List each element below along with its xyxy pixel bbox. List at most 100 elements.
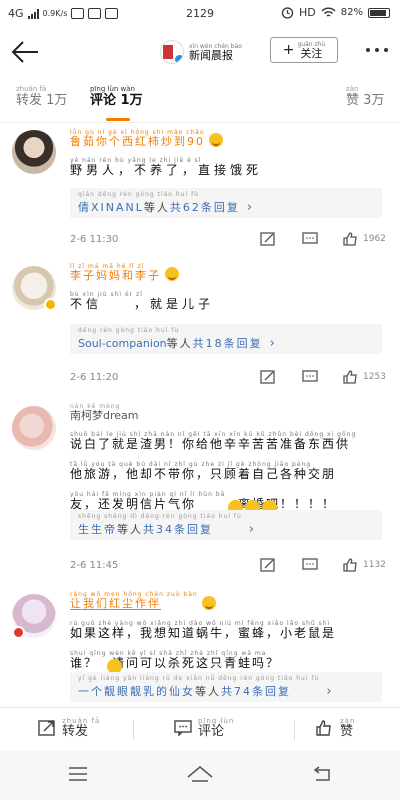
username-line: lǚn gù ní gè xī hóng shì mǎo chǎo 鲁茹你个西红… <box>70 130 385 147</box>
follow-button[interactable]: + guān zhù 关注 <box>270 37 338 63</box>
repost-label: 转发 <box>62 724 89 739</box>
username-line: ràng wǒ men hóng chén zuò bàn 让我们红尘作伴 <box>70 592 385 610</box>
comment-item: ràng wǒ men hóng chén zuò bàn 让我们红尘作伴 rú… <box>0 590 400 702</box>
comment-label: 评论 <box>198 724 225 739</box>
like-label-block: zàn 赞 <box>340 718 355 739</box>
battery-label: 82% <box>340 7 363 18</box>
comment-time: 2-6 11:45 <box>70 559 119 571</box>
reply-summary-text: qián děng rén gòng tiáo huí fù 倩XINANL等人… <box>78 192 240 214</box>
comment-icon <box>174 720 192 736</box>
divider <box>294 720 295 740</box>
hd-label: HD <box>299 6 316 19</box>
comment-text-block: tā lǚ yóu tā què bú dài nǐ zhǐ gù zhe zì… <box>70 462 336 481</box>
username: 南柯梦dream <box>70 409 139 422</box>
username-line: lǐ zǐ mā mā hé lǐ zǐ 李子妈妈和李子 <box>70 264 385 281</box>
comment-icon[interactable] <box>302 558 318 572</box>
comment-text-block: bù xìn jiù shì ér zǐ 不信 ，就是儿子 <box>70 292 214 311</box>
comment-text: 他旅游，他却不带你，只顾着自己各种交朋 <box>70 467 337 482</box>
reply-user-link: 生生帝 <box>78 523 117 536</box>
thumbs-up-icon <box>343 558 357 572</box>
like-button[interactable]: zàn 赞 <box>316 718 355 738</box>
comment-meta: 2-6 11:20 1253 <box>70 366 390 388</box>
reply-summary-text: shēng shēng dì děng rén gòng tiáo huí fù… <box>78 514 242 536</box>
reply-summary-text: yī gè liàng yǎn liàng rǔ de xiān nǚ děng… <box>78 676 319 698</box>
vip-badge-icon <box>44 298 57 311</box>
comment-icon[interactable] <box>302 232 318 246</box>
repost-button[interactable]: zhuǎn fā 转发 <box>38 718 100 738</box>
comment-text-block: yě nán rén bù yǎng le zhí jiē è sǐ 野男人，不… <box>70 158 262 177</box>
username-block[interactable]: ràng wǒ men hóng chén zuò bàn 让我们红尘作伴 <box>70 592 198 610</box>
chevron-right-icon: › <box>248 522 254 537</box>
like-button[interactable]: 1253 <box>343 370 386 384</box>
account-name-block: xīn wén chén bào 新闻晨报 <box>189 43 242 62</box>
account-logo <box>160 40 184 64</box>
comment-body: nán kē mèng 南柯梦dream shuō bái le jiù shì… <box>70 404 385 516</box>
tab-likes[interactable]: zàn 赞 3万 <box>346 85 384 108</box>
tab-repost-count: 1万 <box>46 92 68 108</box>
status-right: HD 82% <box>281 6 390 19</box>
tab-repost-label: 转发 <box>16 92 43 108</box>
reply-summary[interactable]: yī gè liàng yǎn liàng rǔ de xiān nǚ děng… <box>70 672 382 702</box>
account-header[interactable]: xīn wén chén bào 新闻晨报 <box>160 40 242 64</box>
comment-text: 说白了就是渣男！你给他辛辛苦苦准备东西供 <box>70 437 351 451</box>
comment-button[interactable]: pīng lùn 评论 <box>174 718 234 738</box>
plus-icon: + <box>282 42 295 58</box>
battery-icon <box>368 7 390 18</box>
repost-label-block: zhuǎn fā 转发 <box>62 718 100 739</box>
smile-emoji-icon <box>165 267 179 281</box>
alarm-icon <box>281 7 294 19</box>
home-icon[interactable] <box>187 765 213 783</box>
comment-text: 如果这样，我想知道蜗牛，蜜蜂，小老鼠是 <box>70 626 337 640</box>
like-count: 1132 <box>363 560 386 570</box>
comment-item: lǚn gù ní gè xī hóng shì mǎo chǎo 鲁茹你个西红… <box>0 128 400 248</box>
account-name: 新闻晨报 <box>189 48 233 62</box>
reply-mid: 等人 <box>166 337 193 350</box>
comment-text-block: rú guǒ zhè yàng wǒ xiǎng zhī dào wō niú … <box>70 621 336 640</box>
username-block[interactable]: nán kē mèng 南柯梦dream <box>70 404 139 422</box>
comment-text: 谁？ 请问可以杀死这只青蛙吗？ <box>70 656 281 671</box>
reply-count: 共34条回复 <box>143 523 213 536</box>
back-arrow-icon[interactable] <box>10 38 40 66</box>
menu-icon[interactable] <box>68 765 88 783</box>
chevron-right-icon: › <box>269 336 275 351</box>
comment-text-block: shuō bái le jiù shì zhā nán nǐ gěi tā xī… <box>70 432 356 451</box>
tab-comments-count: 1万 <box>120 92 143 108</box>
reply-count: 共18条回复 <box>192 337 263 350</box>
comment-item: nán kē mèng 南柯梦dream shuō bái le jiù shì… <box>0 402 400 577</box>
reply-user-link: 一个靓眼靓乳的仙女 <box>78 685 195 698</box>
share-icon[interactable] <box>260 558 276 572</box>
back-icon[interactable] <box>312 765 332 783</box>
avatar[interactable] <box>12 406 56 450</box>
like-button[interactable]: 1962 <box>343 232 386 246</box>
reply-mid: 等人 <box>143 201 170 214</box>
reply-count: 共74条回复 <box>221 685 291 698</box>
like-button[interactable]: 1132 <box>343 558 386 572</box>
username-block[interactable]: lǚn gù ní gè xī hóng shì mǎo chǎo 鲁茹你个西红… <box>70 130 205 148</box>
comment-time: 2-6 11:20 <box>70 371 119 383</box>
tab-comments[interactable]: pīng lùn wàn 评论 1万 <box>90 85 143 108</box>
wifi-icon <box>321 7 336 17</box>
thumbs-up-icon <box>316 720 331 736</box>
tab-comments-label: 评论 <box>90 92 117 108</box>
comment-meta: 2-6 11:30 1962 <box>70 228 390 250</box>
tab-repost[interactable]: zhuǎn fā 转发 1万 <box>16 85 68 108</box>
reply-summary[interactable]: děng rén gòng tiáo huí fù Soul-companion… <box>70 324 382 354</box>
comment-item: lǐ zǐ mā mā hé lǐ zǐ 李子妈妈和李子 bù xìn jiù … <box>0 262 400 387</box>
avatar[interactable] <box>12 130 56 174</box>
share-icon[interactable] <box>260 232 276 246</box>
share-icon[interactable] <box>260 370 276 384</box>
username: 让我们红尘作伴 <box>70 597 161 610</box>
comment-text: 不信 ，就是儿子 <box>70 297 215 311</box>
reply-summary[interactable]: qián děng rén gòng tiáo huí fù 倩XINANL等人… <box>70 188 382 218</box>
username-block[interactable]: lǐ zǐ mā mā hé lǐ zǐ 李子妈妈和李子 <box>70 264 161 282</box>
comment-icon[interactable] <box>302 370 318 384</box>
thumbs-up-icon <box>343 370 357 384</box>
smile-emoji-icon <box>209 133 223 147</box>
top-nav: xīn wén chén bào 新闻晨报 + guān zhù 关注 <box>0 28 400 76</box>
thumbs-up-icon <box>343 232 357 246</box>
more-options-icon[interactable] <box>366 48 388 52</box>
like-count: 1962 <box>363 234 386 244</box>
reply-summary[interactable]: shēng shēng dì děng rén gòng tiáo huí fù… <box>70 510 382 540</box>
comment-text-block: yǒu hái fā míng xìn piàn qì nǐ lí hūn bā… <box>70 492 336 516</box>
comment-body: lǐ zǐ mā mā hé lǐ zǐ 李子妈妈和李子 bù xìn jiù … <box>70 264 385 311</box>
